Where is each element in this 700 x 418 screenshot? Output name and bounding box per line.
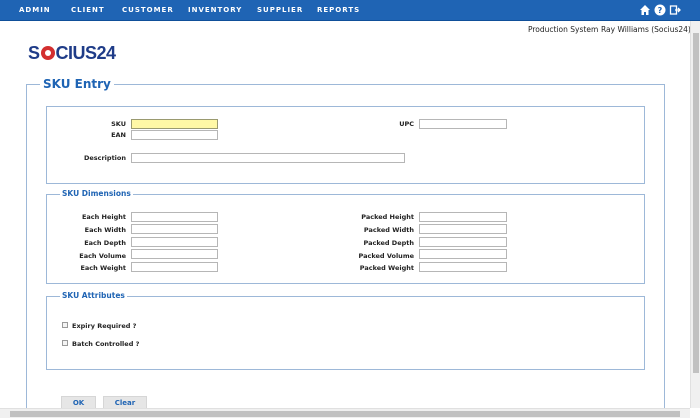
batch-controlled-checkbox[interactable] (62, 340, 68, 346)
packed-depth-input[interactable] (419, 237, 507, 247)
each-volume-input[interactable] (131, 249, 218, 259)
nav-client[interactable]: CLIENT (71, 6, 105, 14)
nav-admin[interactable]: ADMIN (19, 6, 51, 14)
each-depth-input[interactable] (131, 237, 218, 247)
each-weight-input[interactable] (131, 262, 218, 272)
ean-label: EAN (111, 131, 126, 139)
packed-width-input[interactable] (419, 224, 507, 234)
expiry-required-checkbox[interactable] (62, 322, 68, 328)
nav-supplier[interactable]: SUPPLIER (257, 6, 303, 14)
sku-dimensions-title: SKU Dimensions (60, 189, 133, 198)
logo-mark-icon (40, 46, 55, 60)
vertical-scroll-thumb[interactable] (693, 33, 699, 373)
packed-volume-input[interactable] (419, 249, 507, 259)
top-nav-bar: ADMIN CLIENT CUSTOMER INVENTORY SUPPLIER… (0, 0, 700, 21)
each-depth-label: Each Depth (84, 239, 126, 247)
environment-label: Production System (528, 25, 599, 34)
ean-input[interactable] (131, 130, 218, 140)
packed-width-label: Packed Width (363, 226, 414, 234)
batch-controlled-label: Batch Controlled ? (72, 340, 140, 348)
each-width-input[interactable] (131, 224, 218, 234)
each-weight-label: Each Weight (80, 264, 126, 272)
packed-volume-label: Packed Volume (358, 252, 414, 260)
each-height-label: Each Height (81, 213, 126, 221)
sku-attributes-section (46, 296, 645, 370)
horizontal-scrollbar[interactable] (0, 408, 690, 418)
packed-height-input[interactable] (419, 212, 507, 222)
sku-attributes-title: SKU Attributes (60, 291, 127, 300)
packed-height-label: Packed Height (361, 213, 414, 221)
home-icon[interactable] (639, 4, 651, 16)
description-input[interactable] (131, 153, 405, 163)
each-height-input[interactable] (131, 212, 218, 222)
upc-input[interactable] (419, 119, 507, 129)
expiry-required-label: Expiry Required ? (72, 322, 137, 330)
sku-input[interactable] (131, 119, 218, 129)
packed-weight-input[interactable] (419, 262, 507, 272)
nav-inventory[interactable]: INVENTORY (188, 6, 242, 14)
upc-label: UPC (399, 120, 414, 128)
vertical-scrollbar[interactable] (690, 21, 700, 408)
each-width-label: Each Width (84, 226, 126, 234)
sku-label: SKU (111, 120, 126, 128)
user-name[interactable]: Ray Williams (Socius24) (601, 25, 691, 34)
nav-reports[interactable]: REPORTS (317, 6, 360, 14)
svg-text:?: ? (658, 6, 663, 15)
each-volume-label: Each Volume (79, 252, 126, 260)
description-label: Description (83, 154, 126, 162)
horizontal-scroll-thumb[interactable] (10, 411, 680, 417)
page-title: SKU Entry (40, 77, 114, 91)
nav-customer[interactable]: CUSTOMER (122, 6, 174, 14)
sku-details-section (46, 106, 645, 184)
socius24-logo: S CIUS24 (28, 43, 116, 63)
packed-weight-label: Packed Weight (359, 264, 414, 272)
help-icon[interactable]: ? (654, 4, 666, 16)
logout-icon[interactable] (669, 4, 681, 16)
packed-depth-label: Packed Depth (363, 239, 415, 247)
